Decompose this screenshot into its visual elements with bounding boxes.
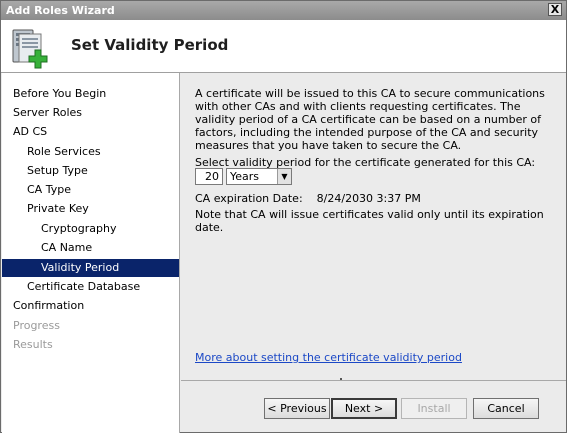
cancel-button[interactable]: Cancel bbox=[473, 398, 539, 419]
nav-item-ca-name[interactable]: CA Name bbox=[2, 239, 179, 257]
next-button[interactable]: Next > bbox=[331, 398, 397, 419]
divider-grip bbox=[340, 378, 342, 380]
expiration-value: 8/24/2030 3:37 PM bbox=[316, 192, 421, 205]
nav-item-role-services[interactable]: Role Services bbox=[2, 143, 179, 161]
page-title: Set Validity Period bbox=[71, 36, 229, 54]
nav-item-confirmation[interactable]: Confirmation bbox=[2, 297, 179, 315]
nav-item-progress: Progress bbox=[13, 319, 60, 332]
description-text: A certificate will be issued to this CA … bbox=[195, 87, 545, 152]
nav-item-ad-cs[interactable]: AD CS bbox=[2, 123, 179, 141]
close-button[interactable]: X bbox=[548, 3, 562, 16]
wizard-window: Add Roles Wizard X Set Validity Period B… bbox=[0, 0, 567, 433]
nav-item-before-you-begin[interactable]: Before You Begin bbox=[2, 85, 179, 103]
nav-item-certificate-database[interactable]: Certificate Database bbox=[2, 278, 179, 296]
more-info-link[interactable]: More about setting the certificate valid… bbox=[195, 351, 462, 364]
footer-divider bbox=[181, 380, 566, 381]
validity-period-input[interactable]: 20 bbox=[195, 168, 223, 185]
title-bar: Add Roles Wizard X bbox=[1, 1, 566, 20]
validity-unit-select[interactable]: Years ▼ bbox=[226, 168, 292, 185]
nav-item-ca-type[interactable]: CA Type bbox=[2, 181, 179, 199]
validity-unit-value: Years bbox=[230, 170, 260, 183]
nav-item-private-key[interactable]: Private Key bbox=[2, 200, 179, 218]
nav-item-cryptography[interactable]: Cryptography bbox=[2, 220, 179, 238]
previous-button[interactable]: < Previous bbox=[264, 398, 330, 419]
nav-item-server-roles[interactable]: Server Roles bbox=[2, 104, 179, 122]
wizard-header: Set Validity Period bbox=[1, 20, 566, 73]
nav-item-results: Results bbox=[13, 338, 53, 351]
nav-item-setup-type[interactable]: Setup Type bbox=[2, 162, 179, 180]
content-panel: A certificate will be issued to this CA … bbox=[181, 73, 566, 383]
expiration-row: CA expiration Date: 8/24/2030 3:37 PM bbox=[195, 192, 421, 205]
window-title: Add Roles Wizard bbox=[6, 4, 115, 17]
install-button: Install bbox=[401, 398, 467, 419]
server-add-icon bbox=[12, 29, 48, 69]
wizard-nav: Before You Begin Server Roles AD CS Role… bbox=[2, 73, 180, 433]
expiration-label: CA expiration Date: bbox=[195, 192, 303, 205]
nav-item-validity-period[interactable]: Validity Period bbox=[2, 259, 179, 277]
chevron-down-icon[interactable]: ▼ bbox=[277, 169, 291, 184]
expiration-note: Note that CA will issue certificates val… bbox=[195, 208, 544, 234]
